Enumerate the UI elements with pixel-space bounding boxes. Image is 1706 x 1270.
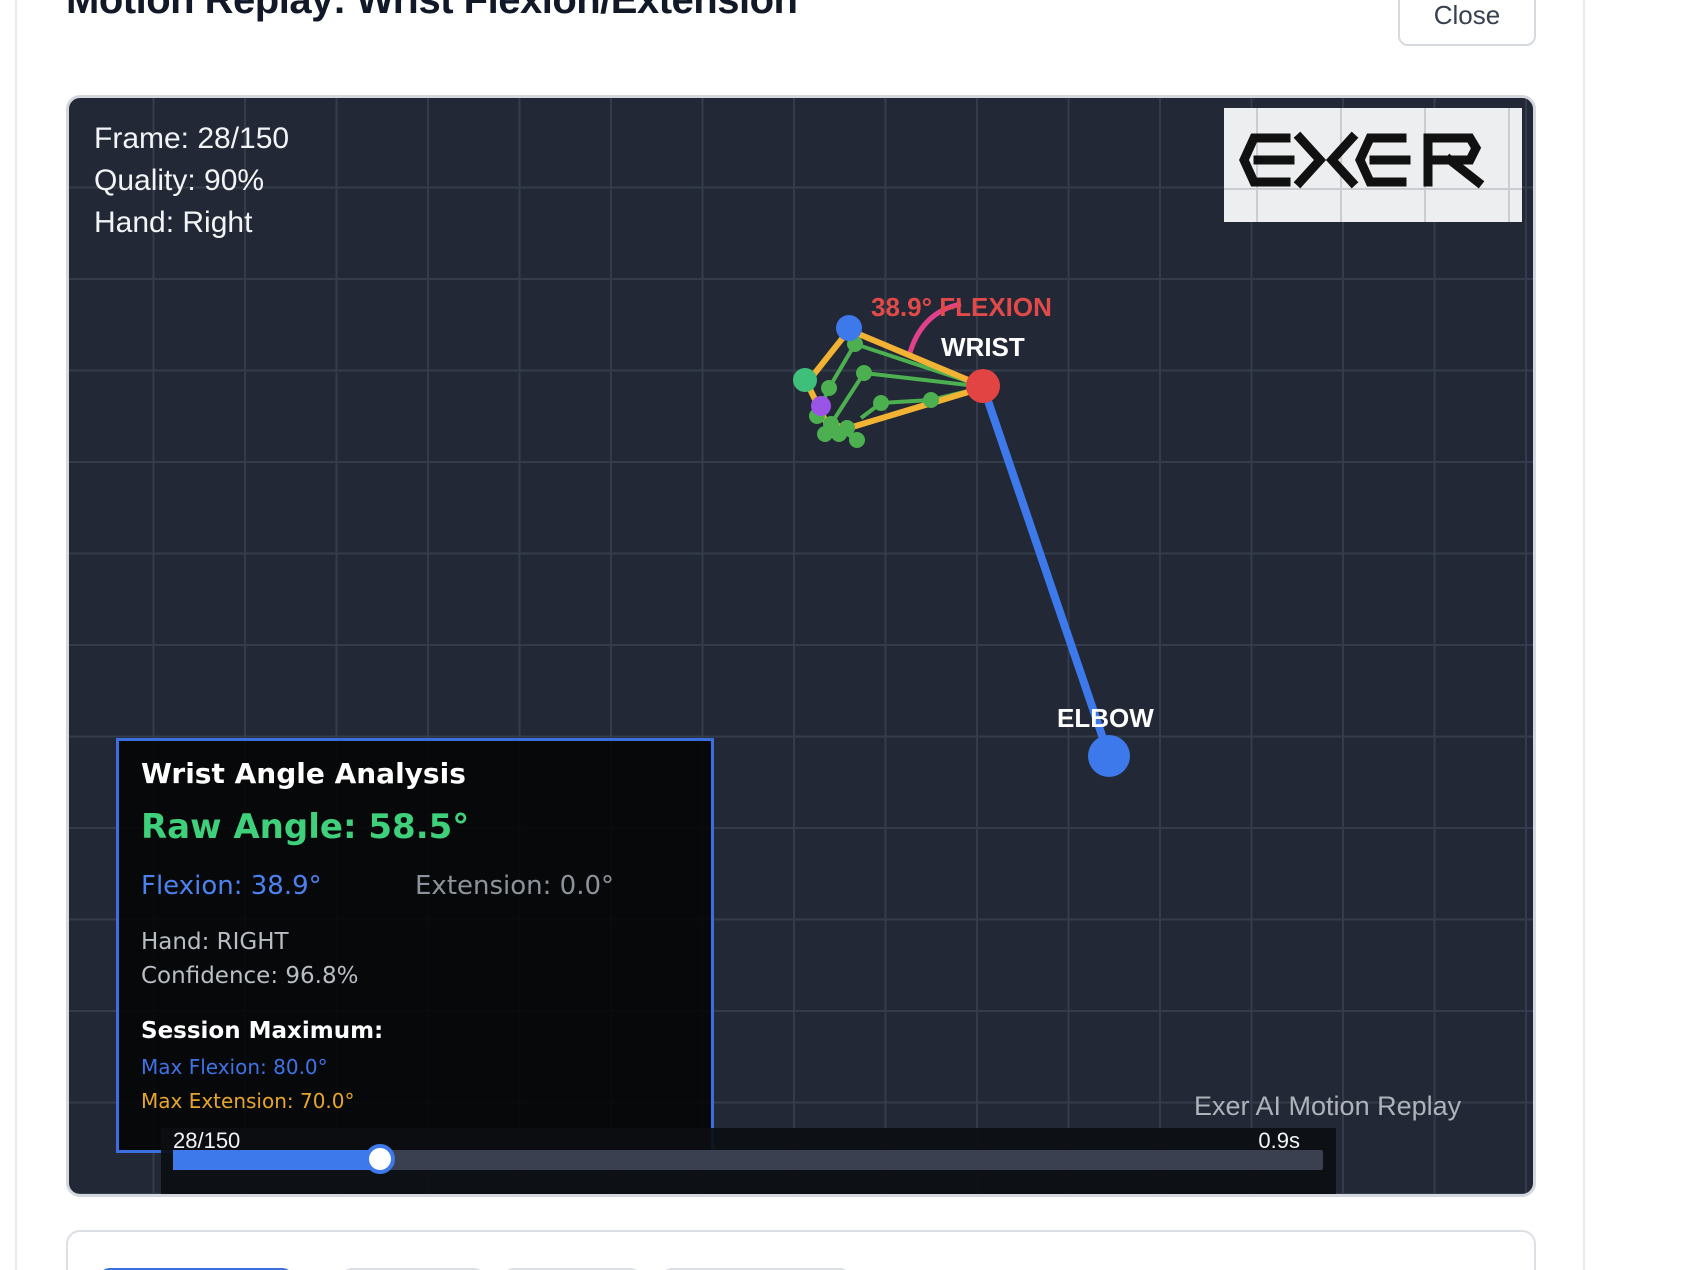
elbow-label: ELBOW	[1057, 703, 1154, 733]
timeline-scrubber-handle[interactable]	[365, 1144, 395, 1174]
timeline-track[interactable]	[173, 1144, 1323, 1174]
flexion-label: 38.9° FLEXION	[871, 292, 1052, 322]
thumb-mid-joint	[811, 396, 831, 416]
wrist-joint	[966, 369, 1000, 403]
flexion-value: Flexion: 38.9°	[141, 871, 322, 901]
timeline: 28/150 0.9s	[161, 1128, 1336, 1194]
max-flexion-value: Max Flexion: 80.0°	[141, 1055, 328, 1079]
wrist-angle-analysis-panel: Wrist Angle Analysis Raw Angle: 58.5° Fl…	[116, 738, 714, 1153]
max-extension-value: Max Extension: 70.0°	[141, 1089, 355, 1113]
wrist-label: WRIST	[941, 332, 1025, 362]
thumb-tip-joint	[793, 368, 817, 392]
controls-card	[66, 1230, 1536, 1270]
analysis-title: Wrist Angle Analysis	[141, 757, 466, 790]
hand-value: Hand: RIGHT	[141, 929, 289, 955]
elbow-joint	[1088, 735, 1130, 777]
close-button[interactable]: Close	[1398, 0, 1536, 46]
session-maximum-title: Session Maximum:	[141, 1018, 384, 1044]
modal-title: Motion Replay: Wrist Flexion/Extension	[66, 0, 798, 22]
index-base-joint	[836, 315, 862, 341]
raw-angle: Raw Angle: 58.5°	[141, 807, 470, 847]
watermark: Exer AI Motion Replay	[1194, 1091, 1462, 1121]
motion-replay-canvas: Frame: 28/150 Quality: 90% Hand: Right 3…	[66, 95, 1536, 1197]
confidence-value: Confidence: 96.8%	[141, 963, 359, 989]
forearm-segment	[981, 388, 1113, 760]
extension-value: Extension: 0.0°	[415, 871, 615, 901]
timeline-progress	[173, 1150, 380, 1170]
